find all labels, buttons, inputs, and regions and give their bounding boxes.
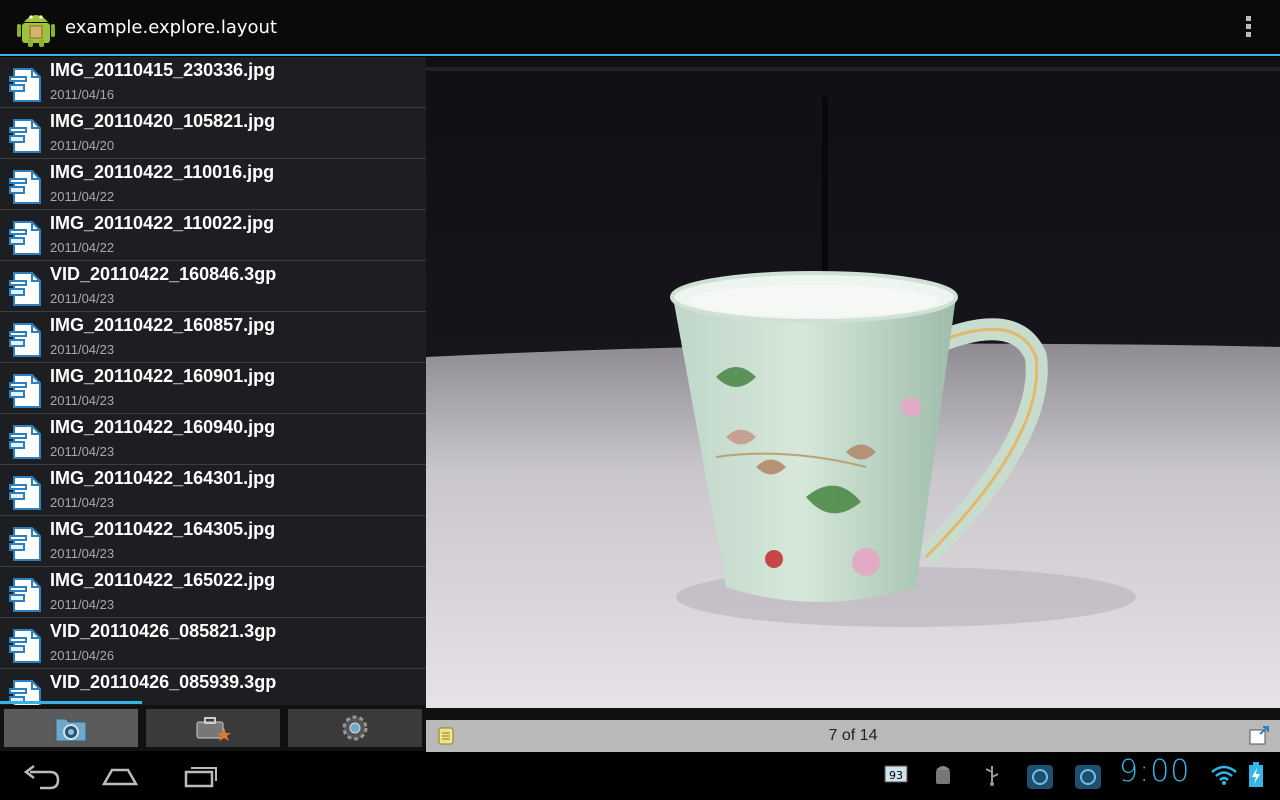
file-list-item[interactable]: IMG_20110422_160857.jpg 2011/04/23 — [0, 312, 426, 363]
battery-charging-icon[interactable] — [1248, 762, 1264, 788]
home-icon[interactable] — [100, 762, 140, 790]
bottom-tab-strip — [0, 705, 426, 751]
image-pager-bar: 7 of 14 — [426, 720, 1280, 752]
file-name: IMG_20110415_230336.jpg — [50, 60, 276, 80]
svg-text:93: 93 — [889, 769, 903, 782]
file-name: IMG_20110422_110022.jpg — [50, 213, 275, 233]
file-list-item[interactable]: IMG_20110422_110016.jpg 2011/04/22 — [0, 159, 426, 210]
overflow-menu-icon[interactable] — [1236, 14, 1260, 42]
app-notification-icon-2[interactable] — [1074, 764, 1102, 790]
action-bar: example.explore.layout — [0, 0, 1280, 56]
file-date: 2011/04/20 — [50, 138, 115, 153]
file-date: 2011/04/22 — [50, 240, 115, 255]
file-date: 2011/04/23 — [50, 546, 115, 561]
file-list-item[interactable]: VID_20110426_085939.3gp — [0, 669, 426, 705]
file-date: 2011/04/23 — [50, 597, 115, 612]
file-date: 2011/04/26 — [50, 648, 115, 663]
document-icon — [9, 425, 41, 459]
list-scroll-indicator — [0, 701, 142, 704]
file-list-item[interactable]: IMG_20110422_165022.jpg 2011/04/23 — [0, 567, 426, 618]
file-date: 2011/04/23 — [50, 495, 115, 510]
document-icon — [9, 68, 41, 102]
file-list-item[interactable]: IMG_20110415_230336.jpg 2011/04/16 — [0, 57, 426, 108]
file-name: VID_20110426_085821.3gp — [50, 621, 277, 641]
document-icon — [9, 323, 41, 357]
android-robot-icon[interactable] — [16, 8, 56, 48]
recent-apps-icon[interactable] — [182, 762, 220, 790]
tab-explorer[interactable] — [4, 709, 138, 747]
file-date: 2011/04/23 — [50, 291, 115, 306]
file-name: VID_20110426_085939.3gp — [50, 672, 277, 692]
app-notification-icon-1[interactable] — [1026, 764, 1054, 790]
file-name: IMG_20110422_160901.jpg — [50, 366, 276, 386]
share-edit-icon[interactable] — [1248, 726, 1270, 746]
status-clock[interactable]: 9:00 — [1119, 754, 1190, 789]
file-name: IMG_20110422_164305.jpg — [50, 519, 276, 539]
file-name: IMG_20110420_105821.jpg — [50, 111, 276, 131]
toolbox-star-icon — [196, 717, 231, 741]
document-icon — [9, 578, 41, 612]
file-list-item[interactable]: IMG_20110422_160901.jpg 2011/04/23 — [0, 363, 426, 414]
file-list-item[interactable]: IMG_20110422_160940.jpg 2011/04/23 — [0, 414, 426, 465]
file-date: 2011/04/23 — [50, 342, 115, 357]
android-debug-icon[interactable] — [932, 764, 954, 786]
file-list-item[interactable]: IMG_20110422_110022.jpg 2011/04/22 — [0, 210, 426, 261]
document-icon — [9, 119, 41, 153]
file-list-item[interactable]: IMG_20110422_164301.jpg 2011/04/23 — [0, 465, 426, 516]
document-icon — [9, 170, 41, 204]
battery-percent-icon[interactable]: 93 — [884, 764, 908, 784]
file-name: IMG_20110422_160857.jpg — [50, 315, 276, 335]
file-date: 2011/04/23 — [50, 393, 115, 408]
file-name: IMG_20110422_110016.jpg — [50, 162, 275, 182]
file-list-item[interactable]: IMG_20110420_105821.jpg 2011/04/20 — [0, 108, 426, 159]
page-indicator: 7 of 14 — [828, 727, 878, 744]
image-preview[interactable] — [426, 57, 1280, 708]
pager-spacer — [426, 708, 1280, 720]
file-list-item[interactable]: IMG_20110422_164305.jpg 2011/04/23 — [0, 516, 426, 567]
document-icon — [9, 221, 41, 255]
file-name: IMG_20110422_165022.jpg — [50, 570, 276, 590]
file-name: IMG_20110422_160940.jpg — [50, 417, 276, 437]
app-title: example.explore.layout — [65, 17, 278, 38]
tab-settings[interactable] — [288, 709, 422, 747]
wifi-icon[interactable] — [1210, 764, 1238, 786]
file-date: 2011/04/22 — [50, 189, 115, 204]
tab-tools[interactable] — [146, 709, 280, 747]
usb-icon[interactable] — [982, 764, 1002, 786]
file-date: 2011/04/16 — [50, 87, 115, 102]
document-icon — [9, 629, 41, 663]
gear-settings-icon — [342, 715, 368, 741]
back-icon[interactable] — [22, 762, 60, 790]
document-icon — [9, 374, 41, 408]
document-icon — [9, 272, 41, 306]
file-name: VID_20110422_160846.3gp — [50, 264, 277, 284]
document-icon — [9, 476, 41, 510]
folder-camera-icon — [55, 718, 87, 742]
file-list-item[interactable]: VID_20110422_160846.3gp 2011/04/23 — [0, 261, 426, 312]
file-name: IMG_20110422_164301.jpg — [50, 468, 276, 488]
file-list[interactable]: IMG_20110415_230336.jpg 2011/04/16 IMG_201… — [0, 57, 426, 705]
file-list-item[interactable]: VID_20110426_085821.3gp 2011/04/26 — [0, 618, 426, 669]
file-date: 2011/04/23 — [50, 444, 115, 459]
document-icon — [9, 527, 41, 561]
